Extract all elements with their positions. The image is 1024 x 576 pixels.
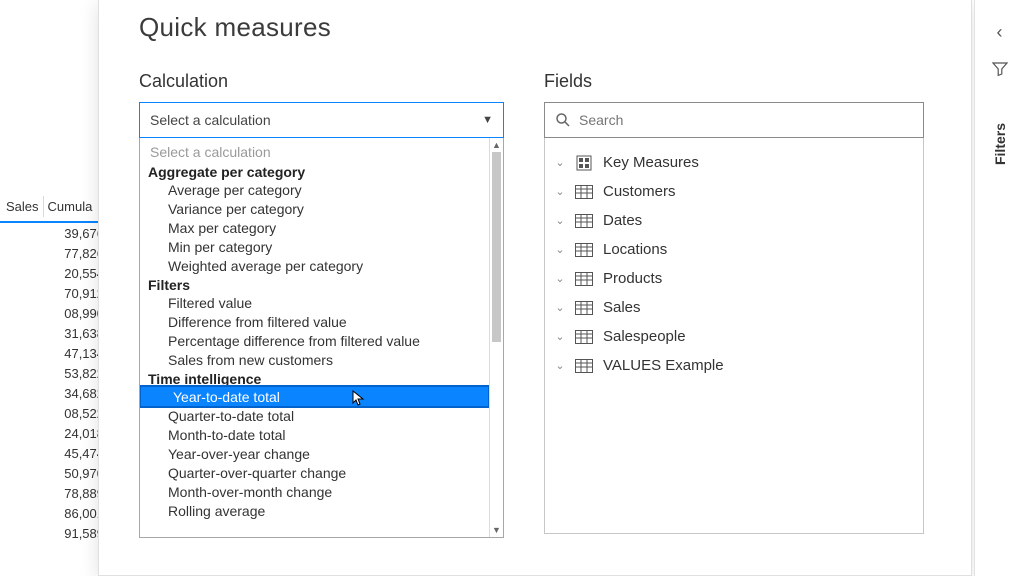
scroll-down-icon[interactable]: ▼ [490,523,503,537]
chevron-down-icon[interactable]: ⌄ [555,185,565,198]
fields-tree-item-label: Salespeople [603,328,686,345]
dropdown-item[interactable]: Year-over-year change [140,444,489,463]
dropdown-group-label: Filters [140,275,489,293]
table-row: 53,822 [0,363,110,383]
dropdown-placeholder: Select a calculation [140,142,489,162]
chevron-down-icon[interactable]: ⌄ [555,156,565,169]
fields-search-input[interactable] [579,112,913,128]
table-icon [575,271,593,287]
dropdown-item[interactable]: Average per category [140,180,489,199]
table-icon [575,300,593,316]
fields-tree-item-label: Locations [603,241,667,258]
fields-tree-item[interactable]: ⌄ Products [553,264,911,293]
dropdown-item[interactable]: Year-to-date total [140,385,489,408]
table-row: 31,638 [0,323,110,343]
fields-tree-item-label: Dates [603,212,642,229]
chevron-down-icon: ▼ [482,114,493,126]
dropdown-item[interactable]: Filtered value [140,293,489,312]
calculation-select-value: Select a calculation [150,112,271,128]
measure-icon [575,155,593,171]
table-row: 08,522 [0,403,110,423]
scroll-thumb[interactable] [492,152,501,342]
chevron-down-icon[interactable]: ⌄ [555,330,565,343]
fields-search[interactable] [544,102,924,138]
table-row: 08,990 [0,303,110,323]
table-row: 47,134 [0,343,110,363]
dropdown-item[interactable]: Variance per category [140,199,489,218]
chevron-down-icon[interactable]: ⌄ [555,301,565,314]
fields-tree-item[interactable]: ⌄ VALUES Example [553,351,911,380]
table-row: 45,474 [0,443,110,463]
table-row: 34,682 [0,383,110,403]
table-icon [575,358,593,374]
dropdown-scrollbar[interactable]: ▲ ▼ [489,138,503,537]
dropdown-item[interactable]: Percentage difference from filtered valu… [140,331,489,350]
dropdown-item[interactable]: Quarter-over-quarter change [140,463,489,482]
background-table: Sales Cumula 39,67677,82620,55470,91208,… [0,192,110,552]
table-row: 78,889 [0,483,110,503]
table-row: 50,970 [0,463,110,483]
fields-tree-item-label: VALUES Example [603,357,724,374]
dropdown-item[interactable]: Month-to-date total [140,425,489,444]
table-icon [575,213,593,229]
table-row: 20,554 [0,263,110,283]
dropdown-item[interactable]: Max per category [140,218,489,237]
fields-tree-item[interactable]: ⌄ Dates [553,206,911,235]
chevron-left-icon[interactable]: ‹ [997,22,1003,43]
table-row: 77,826 [0,243,110,263]
table-row: 70,912 [0,283,110,303]
table-row: 86,001 [0,503,110,523]
table-icon [575,329,593,345]
table-icon [575,184,593,200]
dropdown-group-label: Aggregate per category [140,162,489,180]
fields-tree-item[interactable]: ⌄ Customers [553,177,911,206]
quick-measures-dialog: Quick measures Calculation Select a calc… [98,0,972,576]
table-row: 24,018 [0,423,110,443]
dropdown-item[interactable]: Rolling average [140,501,489,520]
chevron-down-icon[interactable]: ⌄ [555,214,565,227]
dropdown-item[interactable]: Difference from filtered value [140,312,489,331]
fields-tree-item-label: Key Measures [603,154,699,171]
chevron-down-icon[interactable]: ⌄ [555,243,565,256]
search-icon [555,112,571,128]
fields-tree-item[interactable]: ⌄ Locations [553,235,911,264]
table-row: 39,676 [0,223,110,243]
fields-tree-item[interactable]: ⌄ Sales [553,293,911,322]
table-icon [575,242,593,258]
fields-tree-item-label: Products [603,270,662,287]
fields-label: Fields [544,71,924,92]
chevron-down-icon[interactable]: ⌄ [555,272,565,285]
dropdown-item[interactable]: Weighted average per category [140,256,489,275]
chevron-down-icon[interactable]: ⌄ [555,359,565,372]
dropdown-item[interactable]: Month-over-month change [140,482,489,501]
fields-tree[interactable]: ⌄Key Measures⌄Customers⌄Dates⌄Locations⌄… [544,138,924,534]
fields-tree-item[interactable]: ⌄ Salespeople [553,322,911,351]
filters-pane-collapsed[interactable]: ‹ Filters [974,0,1024,576]
filter-icon [992,61,1008,77]
bg-col-cumulative: Cumula [44,196,97,217]
dialog-title: Quick measures [139,12,931,43]
cursor-icon [351,390,367,406]
bg-col-sales: Sales [2,196,44,217]
dropdown-item[interactable]: Min per category [140,237,489,256]
dropdown-item[interactable]: Sales from new customers [140,350,489,369]
fields-tree-item[interactable]: ⌄ Key Measures [553,148,911,177]
fields-tree-item-label: Customers [603,183,676,200]
dropdown-item[interactable]: Quarter-to-date total [140,406,489,425]
scroll-up-icon[interactable]: ▲ [490,138,503,152]
table-row: 91,589 [0,523,110,543]
calculation-label: Calculation [139,71,504,92]
calculation-dropdown[interactable]: Select a calculationAggregate per catego… [139,138,504,538]
calculation-select[interactable]: Select a calculation ▼ [139,102,504,138]
filters-pane-label: Filters [992,123,1008,165]
fields-tree-item-label: Sales [603,299,641,316]
